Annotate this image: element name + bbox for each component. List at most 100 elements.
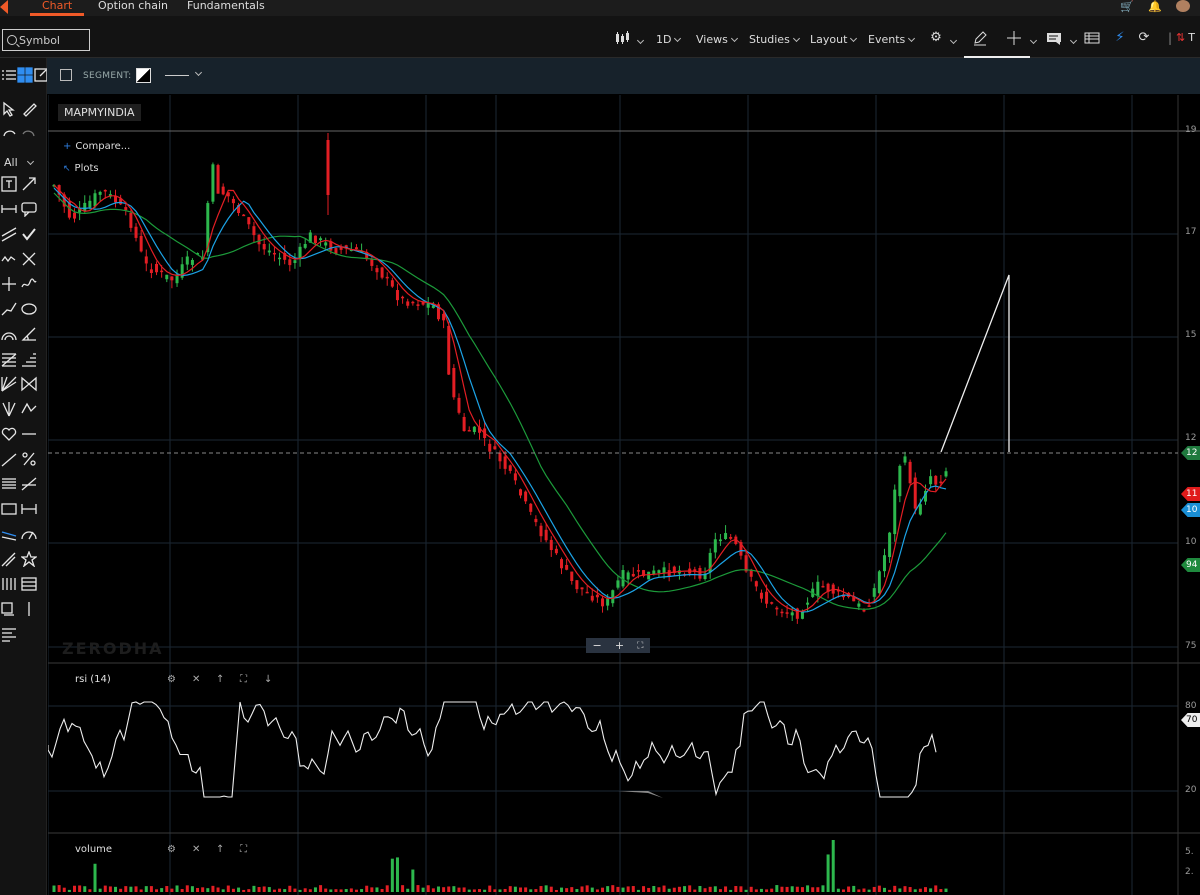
trendline-icon[interactable] bbox=[0, 300, 18, 318]
brush-icon[interactable] bbox=[0, 550, 18, 568]
zigzag-icon[interactable] bbox=[20, 400, 38, 418]
studies-dropdown[interactable]: Studies bbox=[749, 33, 800, 46]
symbol-search-input[interactable] bbox=[19, 33, 89, 47]
parallel-lines-icon[interactable] bbox=[0, 225, 18, 243]
price-axis-label: 10 bbox=[1185, 537, 1197, 547]
volume-bar bbox=[934, 885, 938, 892]
vertical-bars-icon[interactable] bbox=[0, 575, 18, 593]
plots-button[interactable]: ↖ Plots bbox=[63, 163, 99, 174]
popout-icon[interactable] bbox=[60, 69, 72, 81]
fullscreen-icon[interactable]: ⛶ bbox=[637, 641, 643, 651]
volume-bar bbox=[836, 888, 840, 892]
horizontal-line-icon[interactable] bbox=[20, 425, 38, 443]
candlestick-type-icon[interactable] bbox=[614, 30, 630, 46]
pitchfork-icon[interactable] bbox=[0, 400, 18, 418]
stacked-lines-icon[interactable] bbox=[0, 475, 18, 493]
comment-icon[interactable] bbox=[1046, 30, 1062, 46]
fib-retrace-icon[interactable] bbox=[0, 350, 18, 368]
ellipse-icon[interactable] bbox=[20, 300, 38, 318]
time-cycle-icon[interactable] bbox=[20, 475, 38, 493]
undo-icon[interactable] bbox=[0, 125, 18, 143]
rectangle-icon[interactable] bbox=[0, 500, 18, 518]
note-icon[interactable] bbox=[0, 600, 18, 618]
table-icon[interactable] bbox=[1084, 30, 1100, 46]
tab-option-chain[interactable]: Option chain bbox=[98, 0, 168, 11]
symbol-search[interactable] bbox=[2, 29, 90, 51]
volume-bar bbox=[872, 886, 876, 892]
events-dropdown[interactable]: Events bbox=[868, 33, 916, 46]
arrow-icon[interactable] bbox=[20, 175, 38, 193]
chart-area[interactable]: ZERODHA MAPMYINDIA + Compare... ↖ Plots − … bbox=[48, 95, 1200, 895]
maximize-icon[interactable]: ⛶ bbox=[240, 674, 247, 685]
bowtie-icon[interactable] bbox=[20, 375, 38, 393]
tab-fundamentals[interactable]: Fundamentals bbox=[187, 0, 265, 11]
plus-icon[interactable] bbox=[0, 275, 18, 293]
layout-dropdown[interactable]: Layout bbox=[810, 33, 858, 46]
wave-icon[interactable] bbox=[0, 250, 18, 268]
tab-chart[interactable]: Chart bbox=[29, 0, 85, 16]
measure-icon[interactable] bbox=[20, 500, 38, 518]
segment-line-icon[interactable] bbox=[0, 200, 18, 218]
channel-icon[interactable] bbox=[20, 350, 38, 368]
zoom-out-button[interactable]: − bbox=[593, 639, 602, 652]
bell-icon[interactable]: 🔔 bbox=[1148, 0, 1162, 13]
ruler-icon[interactable] bbox=[20, 100, 38, 118]
views-dropdown[interactable]: Views bbox=[696, 33, 738, 46]
alignment-icon[interactable] bbox=[0, 625, 18, 643]
heart-icon[interactable] bbox=[0, 425, 18, 443]
price-chart-canvas[interactable] bbox=[48, 95, 1200, 895]
check-icon[interactable] bbox=[20, 225, 38, 243]
symbol-badge[interactable]: MAPMYINDIA bbox=[58, 104, 141, 121]
kite-logo[interactable] bbox=[0, 0, 10, 14]
candle-body bbox=[472, 426, 476, 433]
refresh-icon[interactable]: ⟳ bbox=[1136, 30, 1152, 46]
line-style-selector[interactable] bbox=[165, 75, 189, 76]
gear-icon[interactable]: ⚙ bbox=[928, 30, 944, 46]
ray-icon[interactable] bbox=[0, 450, 18, 468]
interval-dropdown[interactable]: 1D bbox=[656, 33, 682, 46]
cursor-icon[interactable] bbox=[0, 100, 18, 118]
gann-fan-icon[interactable] bbox=[0, 375, 18, 393]
candle-body bbox=[611, 590, 615, 604]
arrow-down-icon[interactable]: ↓ bbox=[264, 674, 272, 685]
maximize-icon[interactable]: ⛶ bbox=[240, 844, 247, 855]
trade-button[interactable]: ⇅ T bbox=[1176, 30, 1200, 46]
fib-arc-icon[interactable] bbox=[0, 325, 18, 343]
cart-icon[interactable]: 🛒 bbox=[1120, 0, 1134, 13]
percent-icon[interactable] bbox=[20, 450, 38, 468]
pencil-draw-icon[interactable] bbox=[972, 30, 988, 46]
speed-arc-icon[interactable] bbox=[20, 525, 38, 543]
candle-body bbox=[83, 202, 87, 212]
arrow-up-icon[interactable]: ↑ bbox=[216, 844, 224, 855]
compare-button[interactable]: + Compare... bbox=[63, 141, 130, 152]
candle-body bbox=[288, 259, 292, 266]
vertical-line-icon[interactable] bbox=[20, 600, 38, 618]
close-icon[interactable]: ✕ bbox=[192, 844, 200, 855]
cross-x-icon[interactable] bbox=[20, 250, 38, 268]
line-color-swatch[interactable] bbox=[136, 68, 151, 83]
avatar[interactable] bbox=[1176, 0, 1190, 12]
gear-icon[interactable]: ⚙ bbox=[167, 674, 176, 685]
close-icon[interactable]: ✕ bbox=[192, 674, 200, 685]
freehand-icon[interactable] bbox=[20, 275, 38, 293]
volume-bar bbox=[590, 887, 594, 892]
arrow-up-icon[interactable]: ↑ bbox=[216, 674, 224, 685]
volume-bar bbox=[62, 887, 66, 892]
lightning-icon[interactable]: ⚡ bbox=[1112, 30, 1128, 46]
redo-icon[interactable] bbox=[20, 125, 38, 143]
compare-label: Compare... bbox=[75, 141, 131, 152]
zoom-in-button[interactable]: + bbox=[615, 639, 624, 652]
tool-filter-dropdown[interactable]: All bbox=[0, 154, 40, 172]
callout-icon[interactable] bbox=[20, 200, 38, 218]
candle-body bbox=[401, 296, 405, 299]
text-icon[interactable] bbox=[0, 175, 18, 193]
crosshair-icon[interactable] bbox=[1006, 30, 1022, 46]
volume-bar bbox=[862, 888, 866, 892]
gear-icon[interactable]: ⚙ bbox=[167, 844, 176, 855]
star-icon[interactable] bbox=[20, 550, 38, 568]
angle-icon[interactable] bbox=[20, 325, 38, 343]
candle-body bbox=[73, 212, 77, 219]
panel-list-icon[interactable] bbox=[20, 575, 38, 593]
regression-icon[interactable] bbox=[0, 525, 18, 543]
volume-bar bbox=[462, 887, 466, 892]
